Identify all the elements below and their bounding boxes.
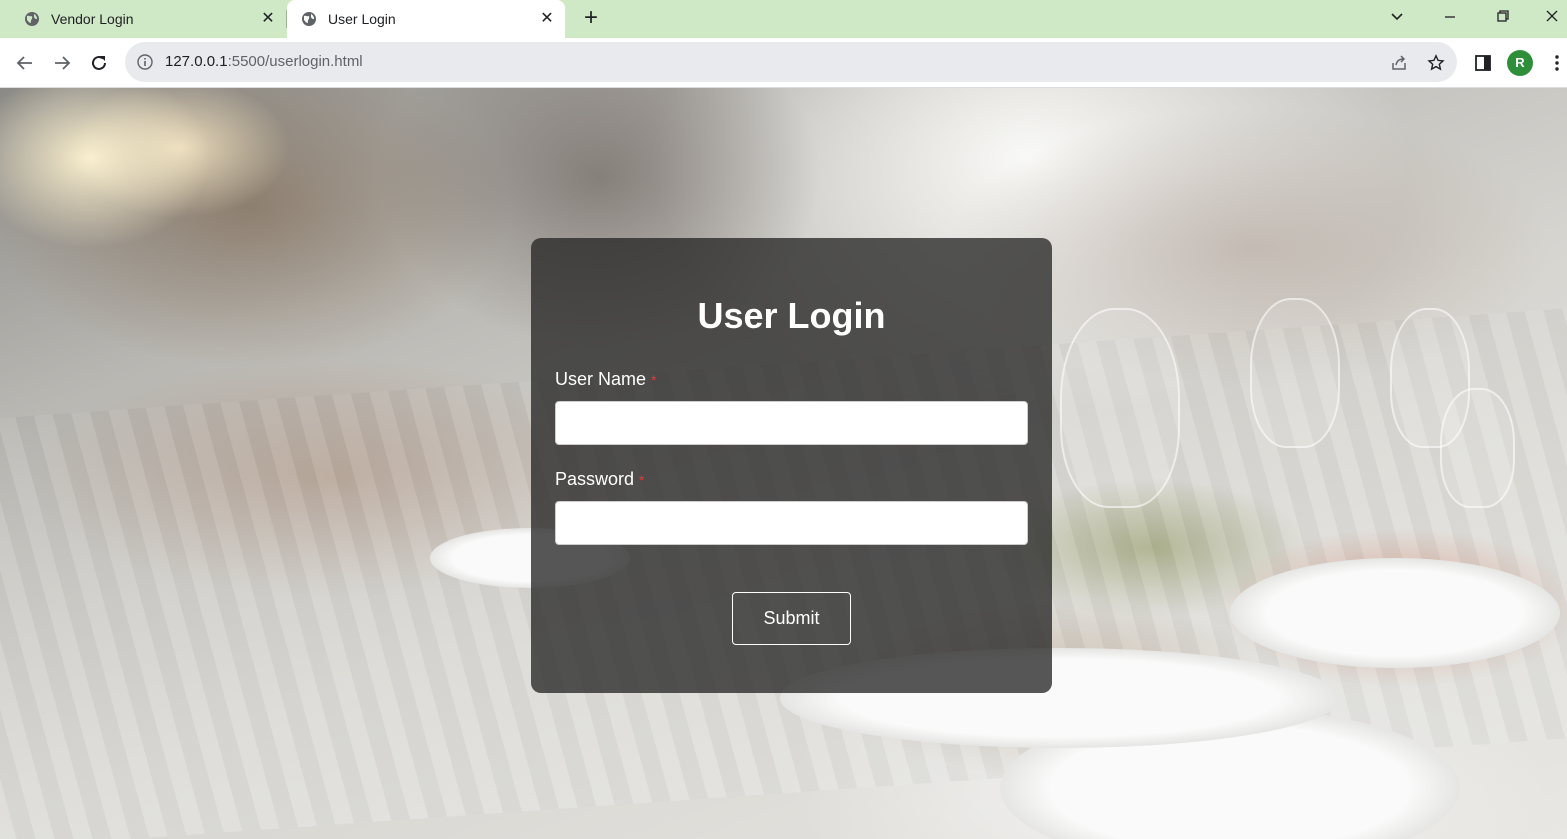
page-background: User Login User Name * Password * Submit (0, 88, 1567, 839)
minimize-icon[interactable] (1435, 4, 1465, 30)
url-text: 127.0.0.1:5500/userlogin.html (165, 54, 363, 70)
back-button[interactable] (12, 50, 38, 76)
star-icon[interactable] (1427, 54, 1445, 72)
address-bar[interactable]: 127.0.0.1:5500/userlogin.html (125, 42, 1457, 82)
close-icon[interactable]: ✕ (539, 11, 555, 27)
password-label-text: Password (555, 469, 635, 489)
username-label-text: User Name (555, 369, 647, 389)
profile-avatar[interactable]: R (1507, 50, 1533, 76)
forward-button[interactable] (49, 50, 75, 76)
browser-toolbar: 127.0.0.1:5500/userlogin.html R (0, 38, 1567, 88)
arrow-right-icon (55, 56, 71, 70)
background-glass (1440, 388, 1515, 508)
more-menu-icon[interactable] (1550, 54, 1564, 72)
share-icon[interactable] (1390, 54, 1408, 72)
tab-search-icon[interactable] (1382, 4, 1412, 30)
tab-strip: Vendor Login ✕ User Login ✕ + (0, 0, 1567, 38)
arrow-left-icon (16, 56, 32, 70)
globe-icon (302, 12, 316, 26)
login-card: User Login User Name * Password * Submit (531, 238, 1052, 693)
info-icon[interactable] (137, 54, 153, 70)
background-glass (1250, 298, 1340, 448)
password-label: Password * (555, 469, 644, 490)
tab-title: User Login (328, 11, 396, 27)
close-icon[interactable]: ✕ (260, 11, 276, 27)
url-host: 127.0.0.1 (165, 53, 228, 70)
reload-icon (92, 55, 106, 70)
reload-button[interactable] (86, 50, 112, 76)
restore-icon[interactable] (1488, 4, 1518, 30)
url-path: :5500/userlogin.html (227, 53, 363, 70)
submit-button[interactable]: Submit (732, 592, 851, 645)
background-glass (1060, 308, 1180, 508)
new-tab-button[interactable]: + (578, 6, 604, 32)
tab-title: Vendor Login (51, 11, 134, 27)
side-panel-icon[interactable] (1474, 54, 1492, 72)
required-marker: * (651, 372, 657, 388)
browser-window: Vendor Login ✕ User Login ✕ + 127.0.0.1:… (0, 0, 1567, 839)
username-label: User Name * (555, 369, 656, 390)
login-title: User Login (697, 295, 886, 336)
tab-vendor-login[interactable]: Vendor Login ✕ (0, 0, 286, 38)
globe-icon (25, 12, 39, 26)
background-plate (1230, 558, 1560, 668)
username-input[interactable] (555, 401, 1028, 445)
required-marker: * (639, 472, 645, 488)
close-window-icon[interactable] (1537, 4, 1567, 30)
tab-user-login[interactable]: User Login ✕ (287, 0, 565, 38)
password-input[interactable] (555, 501, 1028, 545)
